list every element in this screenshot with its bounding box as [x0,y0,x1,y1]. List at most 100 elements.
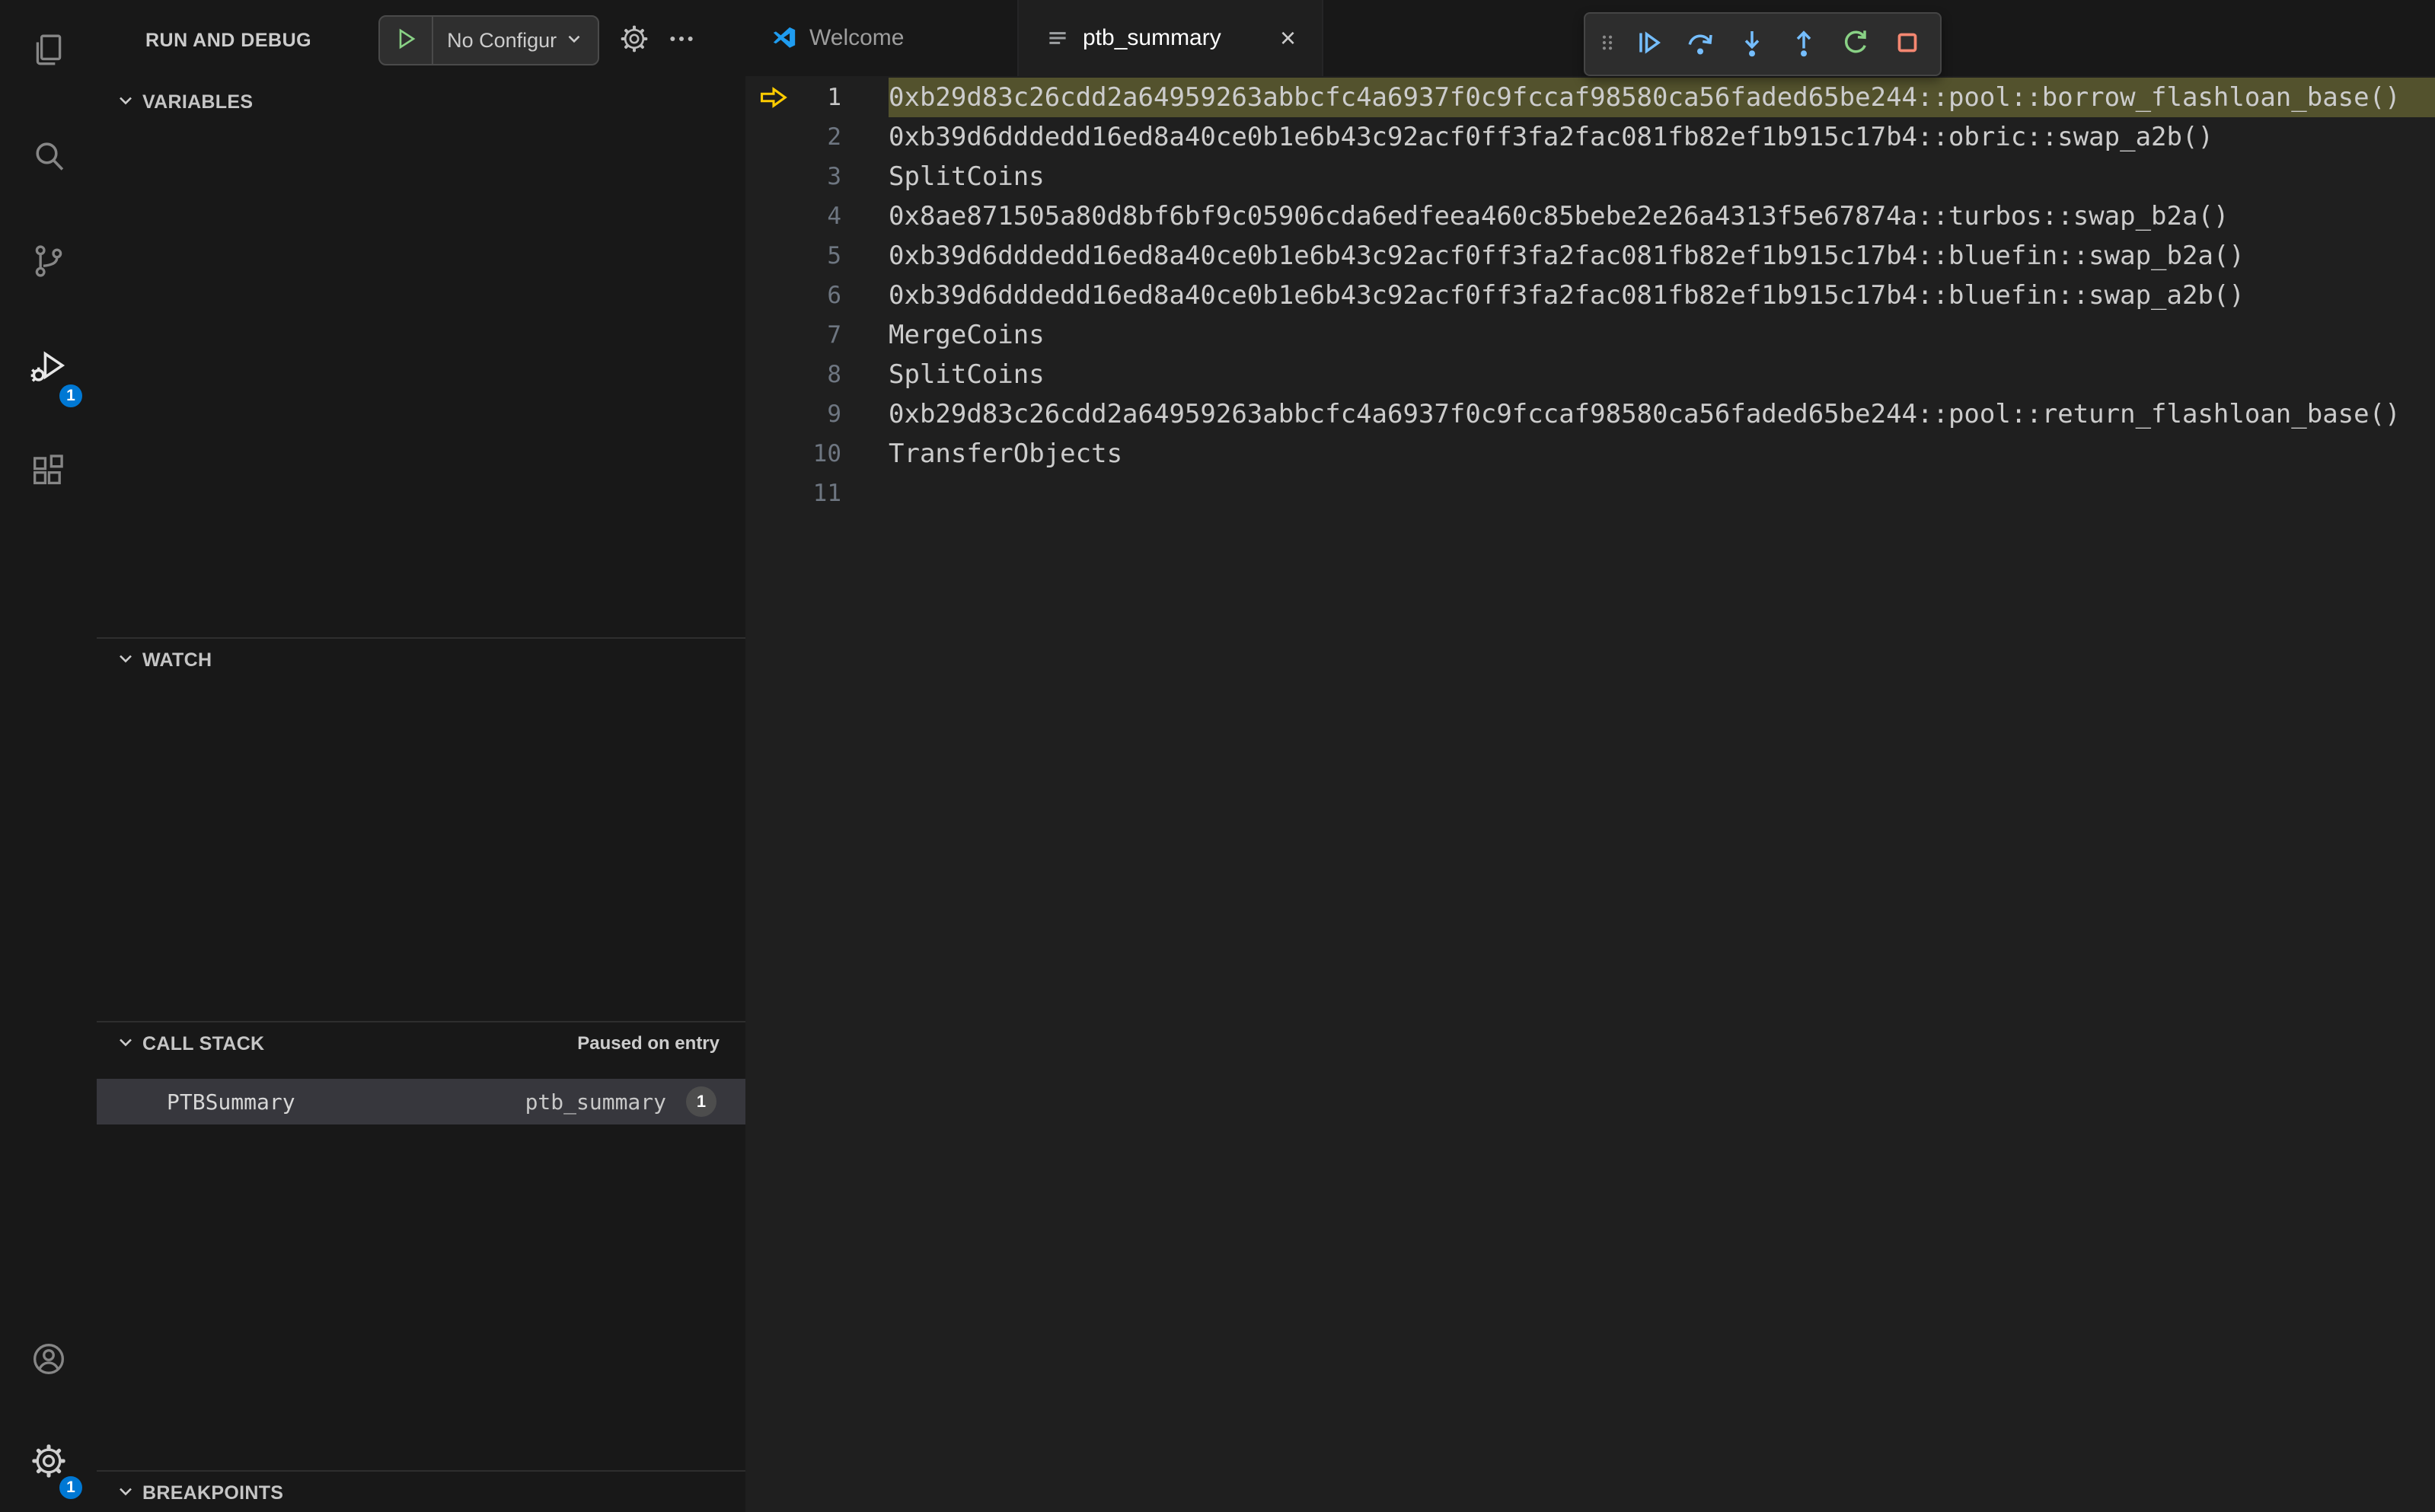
code-text[interactable]: TransferObjects [889,434,2435,474]
stop-button[interactable] [1884,21,1931,68]
sidebar-item-explorer[interactable] [0,0,97,105]
continue-button[interactable] [1625,21,1672,68]
tab-welcome[interactable]: Welcome [745,0,1019,76]
code-line[interactable]: 9 0xb29d83c26cdd2a64959263abbcfc4a6937f0… [745,394,2435,434]
code-text[interactable]: SplitCoins [889,355,2435,394]
sidebar-item-search[interactable] [0,105,97,210]
gutter[interactable]: 1 [745,78,889,117]
step-out-button[interactable] [1780,21,1827,68]
open-launch-json-button[interactable] [619,24,649,58]
step-into-button[interactable] [1728,21,1776,68]
sidebar-item-extensions[interactable] [0,420,97,525]
tab-label: ptb_summary [1083,25,1221,50]
code-text[interactable]: 0xb29d83c26cdd2a64959263abbcfc4a6937f0c9… [889,394,2435,434]
gutter[interactable]: 9 [745,394,889,434]
code-line[interactable]: 8 SplitCoins [745,355,2435,394]
step-out-icon [1789,27,1819,62]
code-line[interactable]: 4 0x8ae871505a80d8bf6bf9c05906cda6edfeea… [745,196,2435,236]
debug-badge: 1 [57,382,85,410]
line-number: 11 [812,480,841,507]
chevron-down-icon [115,648,136,673]
chevron-down-icon [115,1032,136,1057]
account-icon [30,1340,68,1382]
chevron-down-icon [115,90,136,115]
watch-section-header[interactable]: WATCH [97,639,745,681]
config-dropdown[interactable]: No Configur [433,29,598,53]
code-line[interactable]: 10 TransferObjects [745,434,2435,474]
more-actions-button[interactable] [666,24,697,58]
gutter[interactable]: 10 [745,434,889,474]
variables-title: VARIABLES [142,91,254,113]
run-and-debug-sidebar: RUN AND DEBUG No Configur VARIABLES WATC… [97,0,745,1512]
vscode-logo-icon [773,27,796,48]
debug-toolbar [1584,12,1942,76]
step-over-button[interactable] [1677,21,1724,68]
line-number: 2 [827,123,841,151]
config-dropdown-label: No Configur [447,28,557,52]
restart-button[interactable] [1832,21,1879,68]
code-line[interactable]: 1 0xb29d83c26cdd2a64959263abbcfc4a6937f0… [745,78,2435,117]
search-icon [30,137,68,179]
code-editor[interactable]: 1 0xb29d83c26cdd2a64959263abbcfc4a6937f0… [745,76,2435,1512]
gutter[interactable]: 6 [745,276,889,315]
code-line[interactable]: 2 0xb39d6dddedd16ed8a40ce0b1e6b43c92acf0… [745,117,2435,157]
code-text[interactable]: 0xb39d6dddedd16ed8a40ce0b1e6b43c92acf0ff… [889,117,2435,157]
tab-label: Welcome [809,25,905,50]
gutter[interactable]: 5 [745,236,889,276]
step-into-icon [1737,27,1767,62]
code-text[interactable]: 0xb39d6dddedd16ed8a40ce0b1e6b43c92acf0ff… [889,276,2435,315]
variables-section-header[interactable]: VARIABLES [97,81,745,123]
start-debug-button[interactable] [380,17,434,64]
editor-group: Welcome ptb_summary × 1 0xb29d83c26cdd2a… [745,0,2435,1512]
breakpoints-section-header[interactable]: BREAKPOINTS [97,1472,745,1512]
files-icon [30,32,68,74]
line-number: 7 [827,321,841,349]
gutter[interactable]: 3 [745,157,889,196]
gutter[interactable]: 7 [745,315,889,355]
accounts-button[interactable] [0,1308,97,1413]
vscode-window: 1 1 RUN AND DEBUG No Configur VARIABLES … [0,0,2435,1512]
line-number: 8 [827,361,841,388]
code-text[interactable] [889,474,2435,513]
breakpoints-section: BREAKPOINTS [97,1470,745,1512]
code-text[interactable]: 0xb39d6dddedd16ed8a40ce0b1e6b43c92acf0ff… [889,236,2435,276]
watch-title: WATCH [142,649,212,671]
line-number: 4 [827,203,841,230]
variables-section: VARIABLES [97,81,745,637]
gutter[interactable]: 4 [745,196,889,236]
step-over-icon [1685,27,1715,62]
code-text[interactable]: SplitCoins [889,157,2435,196]
close-icon[interactable]: × [1280,24,1296,52]
sidebar-item-run-and-debug[interactable]: 1 [0,315,97,420]
code-text[interactable]: MergeCoins [889,315,2435,355]
stop-icon [1892,27,1923,62]
code-line[interactable]: 3 SplitCoins [745,157,2435,196]
chevron-down-icon [564,29,584,53]
play-icon [394,27,418,55]
call-stack-row[interactable]: PTBSummary ptb_summary 1 [97,1079,745,1124]
debug-icon [30,347,68,389]
activity-bar: 1 1 [0,0,97,1512]
line-number: 5 [827,242,841,270]
tab-ptb-summary[interactable]: ptb_summary × [1019,0,1323,76]
gutter[interactable]: 11 [745,474,889,513]
chevron-down-icon [115,1481,136,1506]
sidebar-item-source-control[interactable] [0,210,97,315]
gutter[interactable]: 8 [745,355,889,394]
call-stack-section-header[interactable]: CALL STACK Paused on entry [97,1022,745,1065]
code-line[interactable]: 6 0xb39d6dddedd16ed8a40ce0b1e6b43c92acf0… [745,276,2435,315]
code-line[interactable]: 5 0xb39d6dddedd16ed8a40ce0b1e6b43c92acf0… [745,236,2435,276]
code-text[interactable]: 0x8ae871505a80d8bf6bf9c05906cda6edfeea46… [889,196,2435,236]
gutter[interactable]: 2 [745,117,889,157]
session-name: PTBSummary [167,1089,295,1115]
code-text[interactable]: 0xb29d83c26cdd2a64959263abbcfc4a6937f0c9… [889,78,2435,117]
toolbar-drag-handle[interactable] [1594,21,1620,67]
settings-button[interactable]: 1 [0,1413,97,1512]
sidebar-header: RUN AND DEBUG No Configur [97,0,745,81]
line-number: 10 [812,440,841,467]
restart-icon [1840,27,1871,62]
ellipsis-icon [666,36,697,57]
code-line[interactable]: 11 [745,474,2435,513]
call-stack-section: CALL STACK Paused on entry PTBSummary pt… [97,1021,745,1470]
code-line[interactable]: 7 MergeCoins [745,315,2435,355]
